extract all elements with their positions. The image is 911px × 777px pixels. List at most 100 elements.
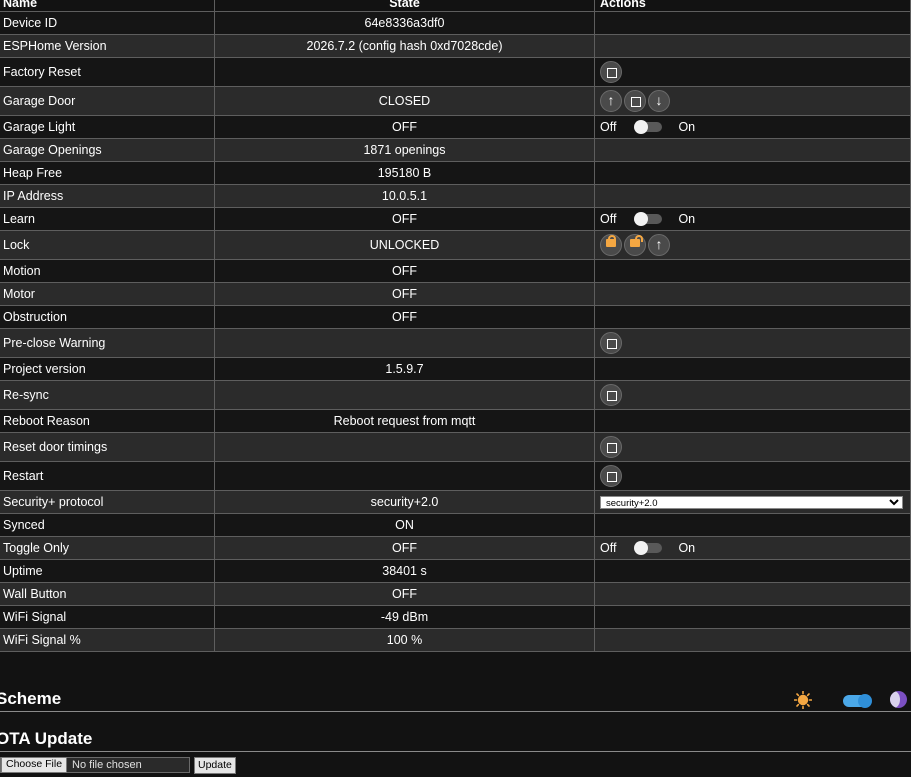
file-input[interactable]: Choose File No file chosen [0, 757, 190, 773]
moon-icon [890, 691, 907, 708]
table-row: Garage Door CLOSED ↑ ↓ [0, 86, 911, 116]
row-state: 1871 openings [214, 138, 595, 162]
table-row: Project version 1.5.9.7 [0, 357, 911, 381]
row-name: Synced [0, 513, 215, 537]
row-name: Motor [0, 282, 215, 306]
row-actions: security+2.0 [594, 490, 911, 514]
row-state: security+2.0 [214, 490, 595, 514]
row-state [214, 380, 595, 410]
table-row: WiFi Signal -49 dBm [0, 605, 911, 629]
row-actions [594, 582, 911, 606]
row-name: Factory Reset [0, 57, 215, 87]
security-protocol-select[interactable]: security+2.0 [600, 496, 903, 509]
table-row: Synced ON [0, 513, 911, 537]
row-actions [594, 184, 911, 208]
row-name: Motion [0, 259, 215, 283]
table-header-row: Name State Actions [0, 0, 911, 12]
table-row: ESPHome Version 2026.7.2 (config hash 0x… [0, 34, 911, 58]
row-actions [594, 605, 911, 629]
learn-switch[interactable]: Off On [600, 212, 695, 226]
toggle-only-switch[interactable]: Off On [600, 541, 695, 555]
garage-door-open-button[interactable]: ↑ [600, 90, 622, 112]
row-state: 100 % [214, 628, 595, 652]
garage-light-switch[interactable]: Off On [600, 120, 695, 134]
row-name: Wall Button [0, 582, 215, 606]
moon-crescent [890, 691, 900, 708]
row-state: UNLOCKED [214, 230, 595, 260]
row-actions [594, 328, 911, 358]
table-row: Factory Reset [0, 57, 911, 87]
lock-button[interactable] [600, 234, 622, 256]
lock-open-button[interactable]: ↑ [648, 234, 670, 256]
row-state: OFF [214, 207, 595, 231]
row-actions [594, 34, 911, 58]
toggle-track[interactable] [634, 541, 663, 555]
row-name: Heap Free [0, 161, 215, 185]
row-name: Device ID [0, 11, 215, 35]
table-row: IP Address 10.0.5.1 [0, 184, 911, 208]
ota-title: OTA Update [0, 729, 93, 748]
row-actions: Off On [594, 115, 911, 139]
row-name: Garage Light [0, 115, 215, 139]
table-row: Motor OFF [0, 282, 911, 306]
row-actions [594, 628, 911, 652]
row-actions [594, 11, 911, 35]
garage-door-close-button[interactable]: ↓ [648, 90, 670, 112]
row-state: 1.5.9.7 [214, 357, 595, 381]
row-actions [594, 305, 911, 329]
row-name: Uptime [0, 559, 215, 583]
row-actions [594, 432, 911, 462]
switch-off-label: Off [600, 212, 617, 226]
row-actions [594, 161, 911, 185]
row-actions [594, 380, 911, 410]
toggle-knob [858, 694, 872, 708]
table-row: Reboot Reason Reboot request from mqtt [0, 409, 911, 433]
garage-door-stop-button[interactable] [624, 90, 646, 112]
factory-reset-press-button[interactable] [600, 61, 622, 83]
row-name: Restart [0, 461, 215, 491]
square-icon [631, 97, 641, 107]
table-row: Wall Button OFF [0, 582, 911, 606]
update-button[interactable]: Update [194, 756, 236, 774]
row-actions [594, 559, 911, 583]
header-name: Name [0, 0, 215, 12]
row-state: 195180 B [214, 161, 595, 185]
sun-rays-icon [793, 690, 813, 710]
row-name: Reset door timings [0, 432, 215, 462]
unlock-button[interactable] [624, 234, 646, 256]
row-name: WiFi Signal % [0, 628, 215, 652]
choose-file-button[interactable]: Choose File [1, 757, 68, 773]
row-actions [594, 409, 911, 433]
row-name: Project version [0, 357, 215, 381]
row-state [214, 328, 595, 358]
row-actions: Off On [594, 207, 911, 231]
toggle-track[interactable] [634, 120, 663, 134]
switch-off-label: Off [600, 541, 617, 555]
lock-body-icon [606, 239, 616, 247]
unlock-body-icon [630, 239, 640, 247]
header-actions: Actions [594, 0, 911, 12]
square-icon [607, 443, 617, 453]
reset-door-timings-press-button[interactable] [600, 436, 622, 458]
row-state: OFF [214, 259, 595, 283]
row-state: CLOSED [214, 86, 595, 116]
row-actions [594, 138, 911, 162]
scheme-toggle[interactable] [843, 694, 872, 708]
switch-on-label: On [678, 120, 696, 134]
row-state [214, 57, 595, 87]
row-state: OFF [214, 282, 595, 306]
table-row: Device ID 64e8336a3df0 [0, 11, 911, 35]
table-row: Garage Openings 1871 openings [0, 138, 911, 162]
row-state: 64e8336a3df0 [214, 11, 595, 35]
section-divider [0, 751, 911, 752]
row-actions [594, 461, 911, 491]
row-state: OFF [214, 582, 595, 606]
row-state: -49 dBm [214, 605, 595, 629]
restart-press-button[interactable] [600, 465, 622, 487]
pre-close-warning-press-button[interactable] [600, 332, 622, 354]
re-sync-press-button[interactable] [600, 384, 622, 406]
row-name: Pre-close Warning [0, 328, 215, 358]
toggle-track[interactable] [634, 212, 663, 226]
row-actions [594, 357, 911, 381]
sun-icon [793, 690, 813, 710]
